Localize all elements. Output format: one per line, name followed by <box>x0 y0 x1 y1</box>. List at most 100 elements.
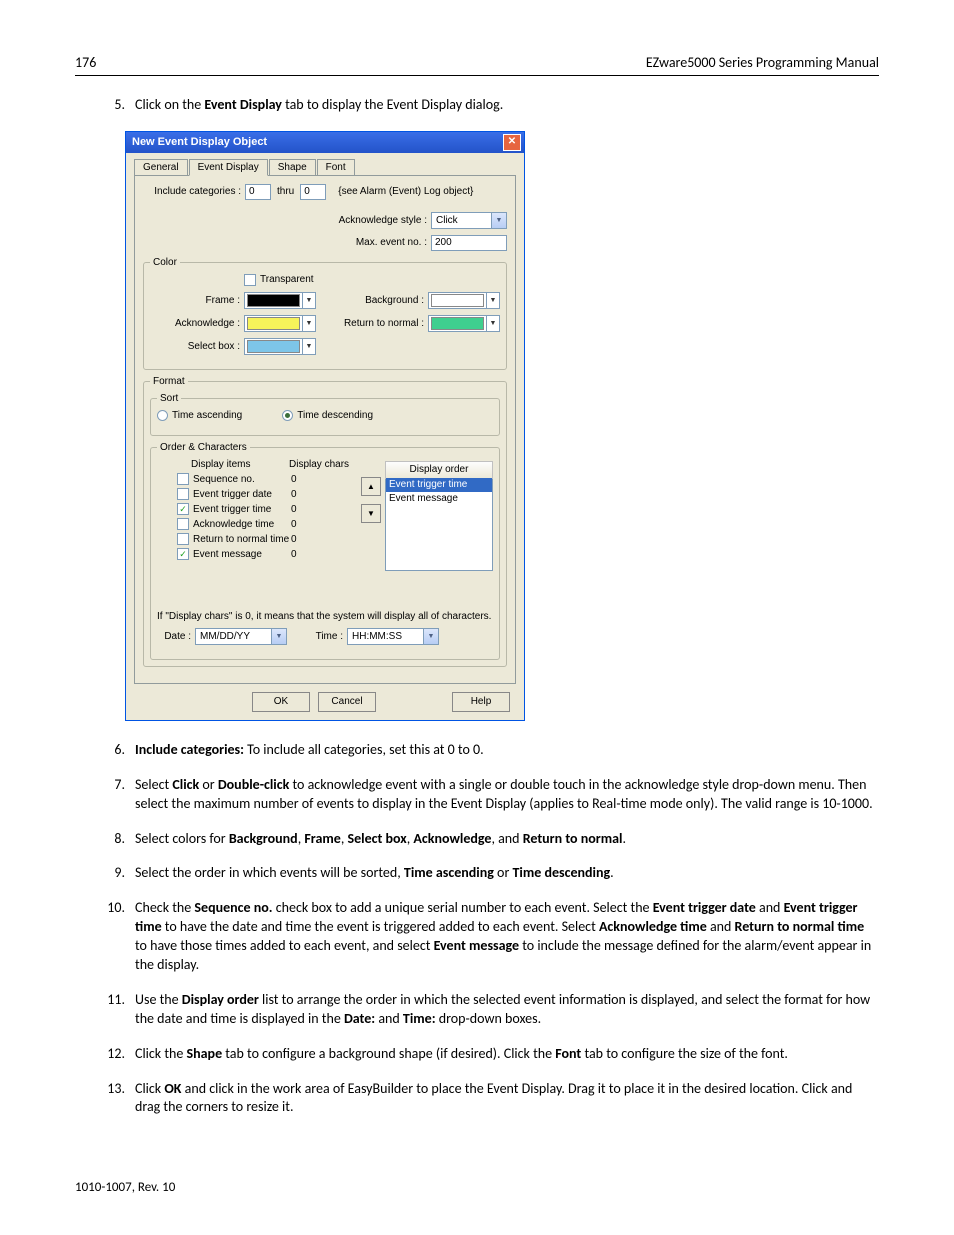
item-chars: 0 <box>291 534 321 545</box>
display-order-header: Display order <box>385 461 493 479</box>
step-11-text: Use the Display order list to arrange th… <box>135 991 879 1029</box>
include-to-input[interactable] <box>300 184 326 200</box>
step-7-text: Select Click or Double-click to acknowle… <box>135 776 879 814</box>
transparent-checkbox[interactable] <box>244 274 256 286</box>
chevron-down-icon: ▼ <box>486 293 499 308</box>
item-name: Return to normal time <box>193 534 291 545</box>
move-up-button[interactable]: ▲ <box>361 477 381 496</box>
include-from-input[interactable] <box>245 184 271 200</box>
step-12-text: Click the Shape tab to configure a backg… <box>135 1045 879 1064</box>
time-descending-radio[interactable] <box>282 410 293 421</box>
table-row: ✓ Event trigger time0 <box>157 502 357 517</box>
step-13-text: Click OK and click in the work area of E… <box>135 1080 879 1118</box>
sort-group: Sort Time ascending Time descending <box>150 393 500 436</box>
list-item[interactable]: Event trigger time <box>386 478 492 492</box>
chevron-down-icon: ▼ <box>423 629 438 644</box>
dialog-title: New Event Display Object <box>132 136 503 148</box>
ack-style-combo[interactable]: Click ▼ <box>431 212 507 229</box>
step-num-12: 12. <box>85 1045 135 1064</box>
step-num-7: 7. <box>85 776 135 814</box>
return-color-picker[interactable]: ▼ <box>428 315 500 332</box>
table-row: Return to normal time0 <box>157 532 357 547</box>
chars-note: If "Display chars" is 0, it means that t… <box>157 611 493 622</box>
item-checkbox[interactable] <box>177 473 189 485</box>
acknowledge-color-picker[interactable]: ▼ <box>244 315 316 332</box>
item-chars: 0 <box>291 489 321 500</box>
close-icon[interactable]: ✕ <box>503 134 521 151</box>
max-event-label: Max. event no. : <box>356 237 431 248</box>
ack-style-label: Acknowledge style : <box>339 215 431 226</box>
item-name: Event message <box>193 549 291 560</box>
step-num-13: 13. <box>85 1080 135 1118</box>
item-checkbox[interactable] <box>177 518 189 530</box>
thru-label: thru <box>271 186 300 197</box>
tab-event-display[interactable]: Event Display <box>189 159 268 176</box>
item-name: Acknowledge time <box>193 519 291 530</box>
time-label: Time : <box>287 631 347 642</box>
chevron-down-icon: ▼ <box>271 629 286 644</box>
step-num-6: 6. <box>85 741 135 760</box>
cancel-button[interactable]: Cancel <box>318 692 376 712</box>
include-hint: {see Alarm (Event) Log object} <box>326 186 473 197</box>
table-row: Event trigger date0 <box>157 487 357 502</box>
frame-color-picker[interactable]: ▼ <box>244 292 316 309</box>
footer-text: 1010-1007, Rev. 10 <box>75 1180 175 1195</box>
step-num-8: 8. <box>85 830 135 849</box>
item-checkbox[interactable]: ✓ <box>177 548 189 560</box>
item-checkbox[interactable]: ✓ <box>177 503 189 515</box>
item-chars: 0 <box>291 549 321 560</box>
include-categories-label: Include categories : <box>143 186 245 197</box>
transparent-label: Transparent <box>260 274 314 285</box>
date-label: Date : <box>157 631 195 642</box>
step-num-11: 11. <box>85 991 135 1029</box>
display-order-list[interactable]: Display order Event trigger time Event m… <box>385 461 493 571</box>
color-group: Color Transparent Frame : ▼ Background :… <box>143 257 507 370</box>
time-format-combo[interactable]: HH:MM:SS ▼ <box>347 628 439 645</box>
item-checkbox[interactable] <box>177 533 189 545</box>
step-8-text: Select colors for Background, Frame, Sel… <box>135 830 879 849</box>
ok-button[interactable]: OK <box>252 692 310 712</box>
chevron-down-icon: ▼ <box>486 316 499 331</box>
step-num-9: 9. <box>85 864 135 883</box>
item-name: Event trigger date <box>193 489 291 500</box>
item-name: Sequence no. <box>193 474 291 485</box>
tab-general[interactable]: General <box>134 159 188 176</box>
header-rule <box>75 75 879 76</box>
move-down-button[interactable]: ▼ <box>361 504 381 523</box>
background-color-picker[interactable]: ▼ <box>428 292 500 309</box>
tab-shape[interactable]: Shape <box>269 159 316 176</box>
display-items-header: Display items <box>191 459 289 470</box>
help-button[interactable]: Help <box>452 692 510 712</box>
item-chars: 0 <box>291 474 321 485</box>
chevron-down-icon: ▼ <box>302 316 315 331</box>
list-item[interactable]: Event message <box>386 492 492 506</box>
step-num-10: 10. <box>85 899 135 975</box>
acknowledge-color-label: Acknowledge : <box>150 318 244 329</box>
step-10-text: Check the Sequence no. check box to add … <box>135 899 879 975</box>
date-format-combo[interactable]: MM/DD/YY ▼ <box>195 628 287 645</box>
item-chars: 0 <box>291 519 321 530</box>
step-9-text: Select the order in which events will be… <box>135 864 879 883</box>
time-ascending-radio[interactable] <box>157 410 168 421</box>
item-chars: 0 <box>291 504 321 515</box>
selectbox-color-label: Select box : <box>150 341 244 352</box>
step-5-text: Click on the Event Display tab to displa… <box>135 96 879 115</box>
event-display-dialog: New Event Display Object ✕ General Event… <box>125 131 525 721</box>
chevron-down-icon: ▼ <box>302 339 315 354</box>
chevron-down-icon: ▼ <box>491 213 506 228</box>
max-event-input[interactable] <box>431 235 507 251</box>
display-chars-header: Display chars <box>289 459 349 470</box>
tab-font[interactable]: Font <box>317 159 355 176</box>
item-name: Event trigger time <box>193 504 291 515</box>
background-color-label: Background : <box>316 295 428 306</box>
doc-title: EZware5000 Series Programming Manual <box>646 54 879 71</box>
step-num-5: 5. <box>85 96 135 115</box>
titlebar[interactable]: New Event Display Object ✕ <box>126 132 524 153</box>
step-6-text: Include categories: To include all categ… <box>135 741 879 760</box>
chevron-down-icon: ▼ <box>302 293 315 308</box>
selectbox-color-picker[interactable]: ▼ <box>244 338 316 355</box>
format-group: Format Sort Time ascending Time descendi… <box>143 376 507 667</box>
table-row: Sequence no.0 <box>157 472 357 487</box>
order-characters-group: Order & Characters Display items Display… <box>150 442 500 660</box>
item-checkbox[interactable] <box>177 488 189 500</box>
